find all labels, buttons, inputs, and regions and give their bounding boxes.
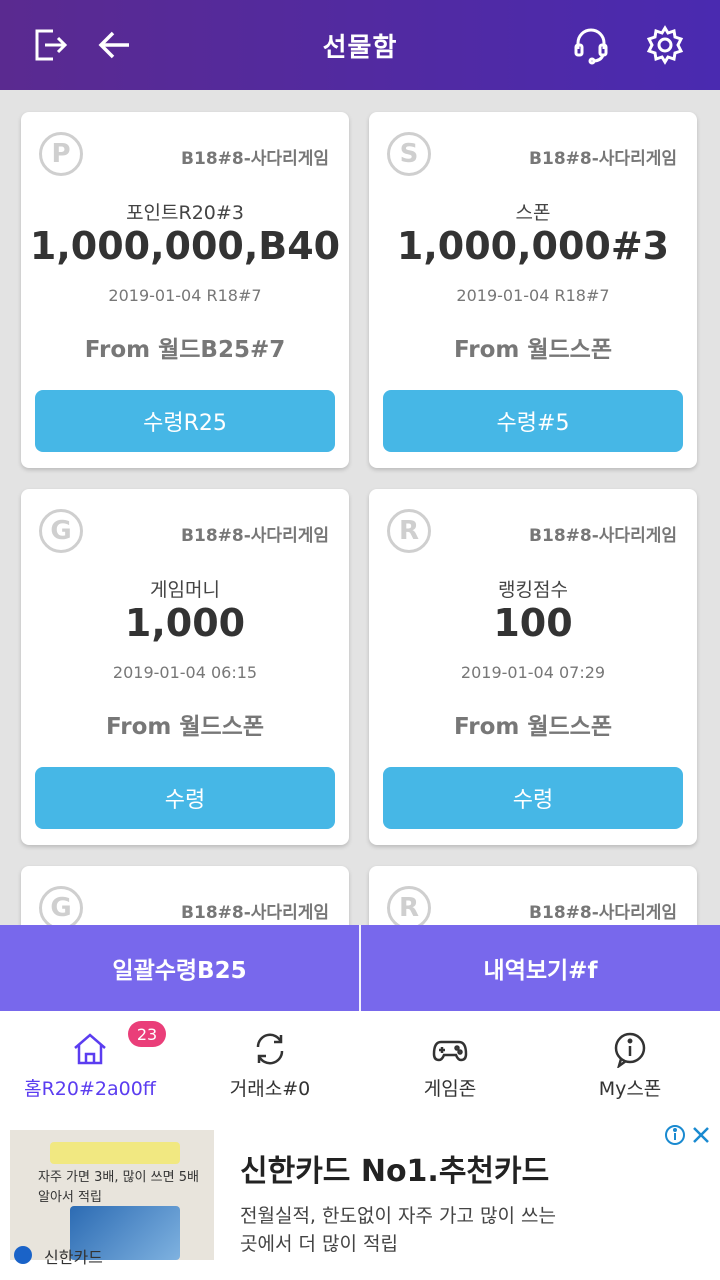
gift-amount: 1,000,000,B40 <box>29 224 341 268</box>
receive-button[interactable]: 수령R25 <box>35 390 335 452</box>
game-money-badge-icon: G <box>39 886 83 925</box>
tab-label: 거래소#0 <box>229 1078 311 1100</box>
gift-card: P B18#8-사다리게임 포인트R20#3 1,000,000,B40 201… <box>21 112 349 468</box>
gift-card: G B18#8-사다리게임 게임머니 1,000 2019-01-04 06:1… <box>21 489 349 845</box>
receive-button[interactable]: 수령#5 <box>383 390 683 452</box>
gift-sender: From 월드스폰 <box>106 714 264 740</box>
game-name: B18#8-사다리게임 <box>181 903 329 923</box>
ad-brand: 신한카드 <box>44 1248 103 1267</box>
gift-list: P B18#8-사다리게임 포인트R20#3 1,000,000,B40 201… <box>0 90 720 925</box>
gift-card: S B18#8-사다리게임 스폰 1,000,000#3 2019-01-04 … <box>369 112 697 468</box>
gift-sender: From 월드스폰 <box>454 337 612 363</box>
gift-card: G B18#8-사다리게임 <box>21 866 349 925</box>
gift-type: 게임머니 <box>150 579 220 601</box>
gift-amount: 100 <box>493 601 573 645</box>
gear-icon[interactable] <box>642 22 688 68</box>
spon-badge-icon: S <box>387 132 431 176</box>
tab-gamezone[interactable]: 게임존 <box>360 1011 540 1120</box>
info-circle-icon[interactable] <box>664 1124 686 1146</box>
headset-icon[interactable] <box>568 22 614 68</box>
tab-myspon[interactable]: My스폰 <box>540 1011 720 1120</box>
gift-date: 2019-01-04 06:15 <box>112 663 258 682</box>
gift-type: 포인트R20#3 <box>126 202 244 224</box>
receive-all-button[interactable]: 일괄수령B25 <box>0 925 359 1011</box>
brand-logo-icon <box>14 1246 32 1264</box>
ad-thumbnail: 자주 가면 3배, 많이 쓰면 5배 알아서 적립 <box>10 1130 214 1260</box>
notification-count-badge: 23 <box>128 1021 166 1047</box>
bottom-tab-bar: 홈R20#2a00ff 23 거래소#0 게임존 My스폰 <box>0 1011 720 1120</box>
gift-date: 2019-01-04 R18#7 <box>456 286 610 305</box>
tab-exchange[interactable]: 거래소#0 <box>180 1011 360 1120</box>
receive-button[interactable]: 수령 <box>383 767 683 829</box>
info-icon <box>614 1032 646 1068</box>
divider <box>359 925 361 1011</box>
ad-description: 전월실적, 한도없이 자주 가고 많이 쓰는 곳에서 더 많이 적립 <box>240 1205 556 1255</box>
ranking-badge-icon: R <box>387 509 431 553</box>
close-icon[interactable] <box>690 1124 712 1146</box>
ad-choices[interactable] <box>664 1124 712 1146</box>
ad-headline: 신한카드 No1.추천카드 <box>240 1154 550 1189</box>
gift-type: 랭킹점수 <box>498 579 568 601</box>
gift-card: R B18#8-사다리게임 랭킹점수 100 2019-01-04 07:29 … <box>369 489 697 845</box>
game-name: B18#8-사다리게임 <box>181 526 329 546</box>
ad-thumbnail-line: 자주 가면 3배, 많이 쓰면 5배 <box>38 1170 199 1185</box>
gift-amount: 1,000 <box>124 601 246 645</box>
gift-type: 스폰 <box>515 202 551 224</box>
tab-label: My스폰 <box>598 1078 662 1100</box>
point-badge-icon: P <box>39 132 83 176</box>
game-name: B18#8-사다리게임 <box>529 903 677 923</box>
logout-icon[interactable] <box>28 22 74 68</box>
gift-amount: 1,000,000#3 <box>396 224 670 268</box>
ad-thumbnail-line: 알아서 적립 <box>38 1190 102 1205</box>
exchange-icon <box>256 1033 284 1065</box>
game-name: B18#8-사다리게임 <box>529 526 677 546</box>
ad-thumbnail-highlight <box>50 1142 180 1164</box>
bulk-action-bar: 일괄수령B25 내역보기#f <box>0 925 720 1011</box>
gift-date: 2019-01-04 07:29 <box>460 663 606 682</box>
game-name: B18#8-사다리게임 <box>181 149 329 169</box>
game-money-badge-icon: G <box>39 509 83 553</box>
game-name: B18#8-사다리게임 <box>529 149 677 169</box>
gift-sender: From 월드스폰 <box>454 714 612 740</box>
gift-date: 2019-01-04 R18#7 <box>108 286 262 305</box>
gift-card: R B18#8-사다리게임 <box>369 866 697 925</box>
gamepad-icon <box>432 1040 468 1062</box>
tab-home[interactable]: 홈R20#2a00ff 23 <box>0 1011 180 1120</box>
tab-label: 홈R20#2a00ff <box>24 1078 156 1100</box>
app-header: 선물함 <box>0 0 720 90</box>
view-history-button[interactable]: 내역보기#f <box>361 925 720 1011</box>
ad-banner[interactable]: 자주 가면 3배, 많이 쓰면 5배 알아서 적립 신한카드 신한카드 No1.… <box>0 1120 720 1280</box>
gift-sender: From 월드B25#7 <box>84 337 286 363</box>
receive-button[interactable]: 수령 <box>35 767 335 829</box>
page-title: 선물함 <box>322 32 398 63</box>
back-arrow-icon[interactable] <box>92 22 138 68</box>
tab-label: 게임존 <box>423 1078 477 1100</box>
ranking-badge-icon: R <box>387 886 431 925</box>
home-icon <box>74 1033 106 1065</box>
